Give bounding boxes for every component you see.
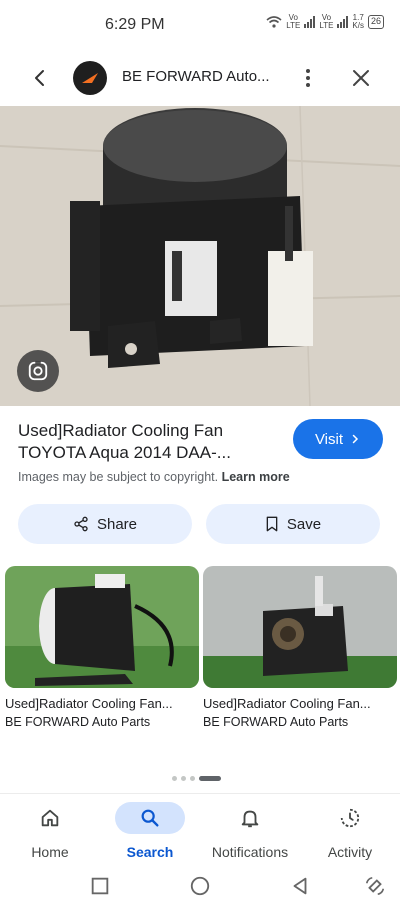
learn-more-link[interactable]: Learn more bbox=[222, 470, 290, 484]
nav-notifications-label: Notifications bbox=[211, 844, 289, 860]
bookmark-icon bbox=[266, 516, 278, 532]
signal-icon bbox=[304, 16, 316, 28]
status-icons: Vo LTE Vo LTE 1.7 K/s 26 bbox=[266, 14, 384, 30]
nav-activity-label: Activity bbox=[327, 844, 373, 860]
lens-icon bbox=[28, 360, 48, 381]
related-source: BE FORWARD Auto Parts bbox=[203, 715, 349, 729]
pager-dot bbox=[181, 776, 186, 781]
status-bar: 6:29 PM Vo LTE Vo LTE 1.7 K/s 26 bbox=[0, 0, 400, 50]
save-label: Save bbox=[286, 515, 322, 533]
status-time: 6:29 PM bbox=[105, 16, 165, 33]
nav-search[interactable]: Search bbox=[100, 802, 200, 860]
network-type-1: Vo LTE bbox=[286, 13, 301, 30]
pager-dot bbox=[172, 776, 177, 781]
share-label: Share bbox=[96, 515, 138, 533]
nav-search-label: Search bbox=[126, 844, 174, 860]
pager-dot bbox=[190, 776, 195, 781]
nav-activity[interactable]: Activity bbox=[300, 802, 400, 860]
share-icon bbox=[74, 516, 88, 532]
system-navigation-bar bbox=[0, 865, 400, 910]
network-type-2: Vo LTE bbox=[319, 13, 334, 30]
hero-image[interactable] bbox=[0, 106, 400, 406]
nav-notifications[interactable]: Notifications bbox=[200, 802, 300, 860]
fan-motor-photo bbox=[0, 106, 400, 406]
data-speed: 1.7 K/s bbox=[352, 13, 364, 30]
related-title: Used]Radiator Cooling Fan... bbox=[203, 696, 371, 711]
related-image bbox=[203, 566, 397, 688]
triangle-icon[interactable] bbox=[289, 875, 311, 897]
back-arrow-icon[interactable] bbox=[28, 66, 52, 90]
save-button[interactable]: Save bbox=[206, 504, 380, 544]
carousel-pager bbox=[172, 776, 221, 781]
copyright-notice: Images may be subject to copyright. Lear… bbox=[18, 470, 290, 484]
site-title[interactable]: BE FORWARD Auto... bbox=[122, 68, 270, 85]
rotate-icon[interactable] bbox=[364, 875, 386, 897]
related-image bbox=[5, 566, 199, 688]
related-title: Used]Radiator Cooling Fan... bbox=[5, 696, 173, 711]
pager-dot-active bbox=[199, 776, 221, 781]
square-icon[interactable] bbox=[89, 875, 111, 897]
home-icon bbox=[41, 809, 59, 827]
related-result-card[interactable]: Used]Radiator Cooling Fan... BE FORWARD … bbox=[5, 566, 199, 729]
related-result-card[interactable]: Used]Radiator Cooling Fan... BE FORWARD … bbox=[203, 566, 397, 729]
related-source: BE FORWARD Auto Parts bbox=[5, 715, 151, 729]
visit-button[interactable]: Visit bbox=[293, 419, 383, 459]
share-button[interactable]: Share bbox=[18, 504, 192, 544]
more-vert-icon[interactable] bbox=[296, 66, 320, 90]
lens-button[interactable] bbox=[17, 350, 59, 392]
site-favicon bbox=[73, 61, 107, 95]
circle-icon[interactable] bbox=[189, 875, 211, 897]
nav-home[interactable]: Home bbox=[0, 802, 100, 860]
be-forward-logo-icon bbox=[82, 73, 98, 83]
result-title[interactable]: Used]Radiator Cooling Fan TOYOTA Aqua 20… bbox=[18, 420, 278, 464]
bell-icon bbox=[241, 810, 259, 828]
visit-label: Visit bbox=[314, 430, 344, 448]
wifi-icon bbox=[266, 16, 282, 28]
chevron-right-icon bbox=[352, 434, 359, 444]
bottom-navigation: Home Search Notifications Activity bbox=[0, 793, 400, 865]
activity-icon bbox=[340, 808, 360, 828]
nav-home-label: Home bbox=[31, 844, 69, 860]
app-bar: BE FORWARD Auto... bbox=[0, 50, 400, 106]
copyright-text: Images may be subject to copyright. bbox=[18, 470, 219, 484]
battery-icon: 26 bbox=[367, 15, 384, 29]
search-icon bbox=[141, 809, 159, 827]
signal-icon-2 bbox=[337, 16, 349, 28]
close-icon[interactable] bbox=[349, 66, 373, 90]
